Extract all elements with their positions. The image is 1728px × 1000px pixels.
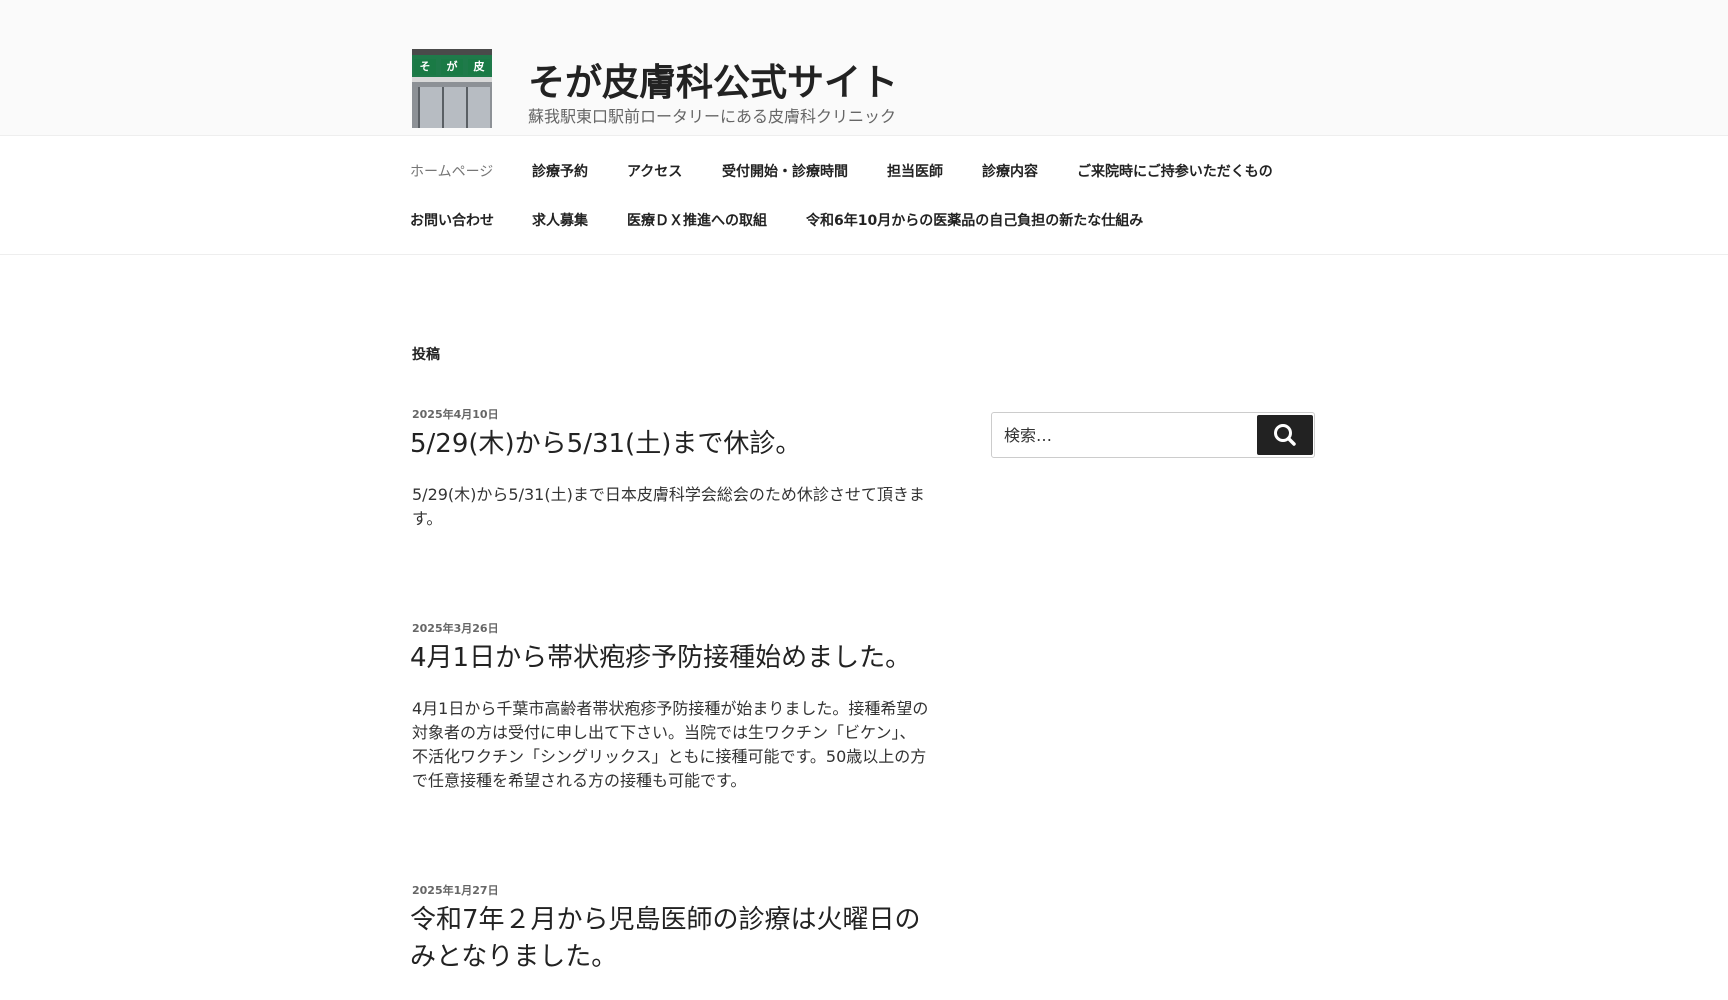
search-button[interactable] bbox=[1257, 415, 1313, 455]
logo-door bbox=[466, 87, 490, 128]
post-date[interactable]: 2025年3月26日 bbox=[412, 620, 930, 636]
nav-item-services[interactable]: 診療内容 bbox=[982, 161, 1038, 181]
nav-item-medical-dx[interactable]: 医療ＤＸ推進への取組 bbox=[627, 210, 767, 230]
nav-item-reservation[interactable]: 診療予約 bbox=[532, 161, 588, 181]
logo-sign: が bbox=[441, 59, 463, 75]
nav-item-what-to-bring[interactable]: ご来院時にご持参いただくもの bbox=[1077, 161, 1273, 181]
search-input[interactable] bbox=[992, 413, 1280, 457]
post: 2025年3月26日 4月1日から帯状疱疹予防接種始めました。 4月1日から千葉… bbox=[410, 620, 930, 793]
logo-door bbox=[418, 87, 442, 128]
post-excerpt: 4月1日から千葉市高齢者帯状疱疹予防接種が始まりました。接種希望の対象者の方は受… bbox=[412, 699, 929, 790]
nav-item-drug-cost[interactable]: 令和6年10月からの医薬品の自己負担の新たな仕組み bbox=[806, 210, 1143, 230]
post: 2025年1月27日 令和7年２月から児島医師の診療は火曜日のみとなりました。 bbox=[410, 882, 930, 976]
post-date[interactable]: 2025年4月10日 bbox=[412, 406, 930, 422]
post-title[interactable]: 令和7年２月から児島医師の診療は火曜日のみとなりました。 bbox=[410, 902, 930, 976]
site-logo[interactable]: そ が 皮 bbox=[412, 49, 492, 128]
search-form bbox=[991, 412, 1315, 458]
search-icon bbox=[1274, 424, 1296, 446]
site-header: そ が 皮 そが皮膚科公式サイト 蘇我駅東口駅前ロータリーにある皮膚科クリニック bbox=[0, 0, 1728, 136]
nav-item-contact[interactable]: お問い合わせ bbox=[410, 210, 494, 230]
logo-sign: そ bbox=[414, 59, 436, 75]
post-title[interactable]: 4月1日から帯状疱疹予防接種始めました。 bbox=[410, 640, 930, 677]
nav-item-doctors[interactable]: 担当医師 bbox=[887, 161, 943, 181]
nav-item-access[interactable]: アクセス bbox=[627, 161, 682, 181]
nav-item-home[interactable]: ホームページ bbox=[410, 161, 493, 181]
site-description: 蘇我駅東口駅前ロータリーにある皮膚科クリニック bbox=[528, 107, 897, 126]
nav-item-hours[interactable]: 受付開始・診療時間 bbox=[722, 161, 848, 181]
post-date[interactable]: 2025年1月27日 bbox=[412, 882, 930, 898]
page-heading: 投稿 bbox=[412, 347, 440, 363]
logo-sign: 皮 bbox=[468, 59, 490, 75]
site-title[interactable]: そが皮膚科公式サイト bbox=[528, 52, 898, 106]
nav-item-recruit[interactable]: 求人募集 bbox=[532, 210, 588, 230]
logo-door bbox=[442, 87, 466, 128]
main-navigation: ホームページ 診療予約 アクセス 受付開始・診療時間 担当医師 診療内容 ご来院… bbox=[0, 136, 1728, 255]
post-excerpt: 5/29(木)から5/31(土)まで日本皮膚科学会総会のため休診させて頂きます。 bbox=[412, 485, 925, 528]
post: 2025年4月10日 5/29(木)から5/31(土)まで休診。 5/29(木)… bbox=[410, 406, 930, 531]
post-title[interactable]: 5/29(木)から5/31(土)まで休診。 bbox=[410, 426, 930, 463]
